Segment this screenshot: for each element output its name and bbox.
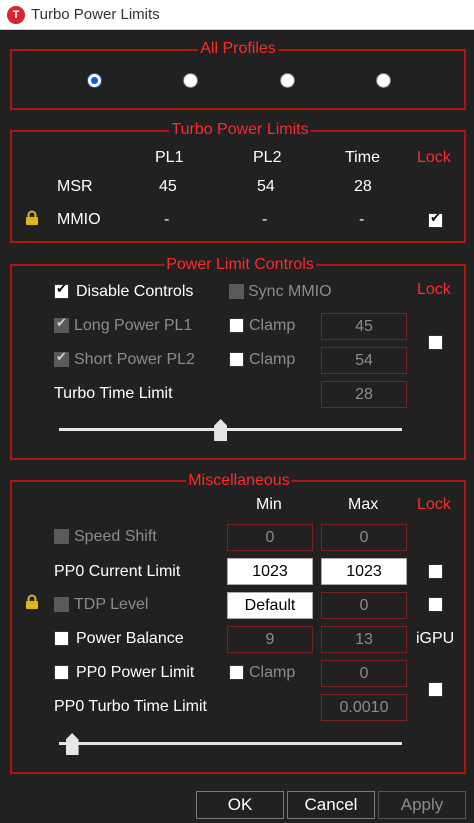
plc-lock-header: Lock [417, 281, 451, 298]
pp0-turbo-time-limit-label: PP0 Turbo Time Limit [54, 698, 207, 715]
power-balance-max-input[interactable]: 13 [321, 626, 407, 653]
mmio-pl1-value: - [164, 211, 170, 228]
long-power-checkbox[interactable] [54, 316, 69, 333]
turbo-time-limit-label: Turbo Time Limit [54, 385, 173, 402]
all-profiles-legend: All Profiles [198, 40, 278, 58]
mmio-time-value: - [359, 211, 365, 228]
profile-radio-4[interactable] [376, 73, 391, 88]
misc-lock-header: Lock [417, 496, 451, 513]
cancel-button[interactable]: Cancel [287, 791, 375, 819]
igpu-label: iGPU [416, 630, 455, 647]
pp0-power-limit-input[interactable]: 0 [321, 660, 407, 687]
speed-shift-min-input[interactable]: 0 [227, 524, 313, 551]
title-bar[interactable]: T Turbo Power Limits [0, 0, 474, 30]
window-title: Turbo Power Limits [31, 6, 160, 23]
pp0-power-limit-label: PP0 Power Limit [76, 664, 195, 681]
long-power-clamp-checkbox[interactable] [229, 318, 244, 333]
pp0-turbo-slider-track[interactable] [59, 742, 402, 745]
lock-header: Lock [417, 149, 451, 166]
msr-label: MSR [57, 178, 93, 195]
profile-radio-2[interactable] [183, 73, 198, 88]
short-power-clamp-checkbox[interactable] [229, 352, 244, 367]
pp0-current-min-input[interactable]: 1023 [227, 558, 313, 585]
power-balance-min-input[interactable]: 9 [227, 626, 313, 653]
pp0-power-lock-checkbox[interactable] [428, 682, 443, 697]
lock-icon [26, 210, 38, 225]
msr-pl2-value: 54 [257, 178, 275, 195]
sync-mmio-label: Sync MMIO [248, 283, 332, 300]
profile-radio-1[interactable] [87, 73, 102, 88]
long-power-clamp-label: Clamp [249, 317, 296, 334]
pl2-header: PL2 [253, 149, 282, 166]
pp0-turbo-time-input[interactable]: 0.0010 [321, 694, 407, 721]
plc-lock-checkbox[interactable] [428, 335, 443, 350]
misc-lock-icon [26, 594, 38, 609]
tdp-level-max-input[interactable]: 0 [321, 592, 407, 619]
pp0-current-limit-label: PP0 Current Limit [54, 563, 181, 580]
short-power-clamp-label: Clamp [249, 351, 296, 368]
short-power-checkbox[interactable] [54, 350, 69, 367]
all-profiles-group [10, 49, 466, 110]
miscellaneous-legend: Miscellaneous [186, 472, 292, 490]
mmio-lock-checkbox[interactable] [428, 211, 443, 228]
power-balance-label: Power Balance [76, 630, 184, 647]
turbo-power-limits-legend: Turbo Power Limits [169, 121, 311, 139]
long-power-label: Long Power PL1 [74, 317, 193, 334]
short-power-input[interactable]: 54 [321, 347, 407, 374]
disable-controls-label: Disable Controls [76, 283, 194, 300]
short-power-label: Short Power PL2 [74, 351, 195, 368]
sync-mmio-checkbox[interactable] [229, 284, 244, 299]
pp0-clamp-label: Clamp [249, 664, 296, 681]
speed-shift-max-input[interactable]: 0 [321, 524, 407, 551]
apply-button[interactable]: Apply [378, 791, 466, 819]
tdp-level-select[interactable]: Default [227, 592, 313, 619]
disable-controls-checkbox[interactable] [54, 282, 69, 299]
speed-shift-checkbox[interactable] [54, 529, 69, 544]
msr-pl1-value: 45 [159, 178, 177, 195]
min-header: Min [256, 496, 282, 513]
profile-radio-3[interactable] [280, 73, 295, 88]
tdp-level-checkbox[interactable] [54, 597, 69, 612]
pp0-clamp-checkbox[interactable] [229, 665, 244, 680]
turbo-time-limit-input[interactable]: 28 [321, 381, 407, 408]
turbo-time-slider-track[interactable] [59, 428, 402, 431]
pp0-power-limit-checkbox[interactable] [54, 665, 69, 680]
power-limit-controls-legend: Power Limit Controls [164, 256, 316, 274]
pp0-current-lock-checkbox[interactable] [428, 564, 443, 579]
mmio-pl2-value: - [262, 211, 268, 228]
pl1-header: PL1 [155, 149, 184, 166]
power-balance-checkbox[interactable] [54, 631, 69, 646]
app-icon: T [7, 6, 25, 24]
time-header: Time [345, 149, 380, 166]
tdp-level-lock-checkbox[interactable] [428, 597, 443, 612]
tdp-level-label: TDP Level [74, 596, 149, 613]
max-header: Max [348, 496, 379, 513]
mmio-label: MMIO [57, 211, 101, 228]
long-power-input[interactable]: 45 [321, 313, 407, 340]
ok-button[interactable]: OK [196, 791, 284, 819]
pp0-current-max-input[interactable]: 1023 [321, 558, 407, 585]
speed-shift-label: Speed Shift [74, 528, 157, 545]
msr-time-value: 28 [354, 178, 372, 195]
